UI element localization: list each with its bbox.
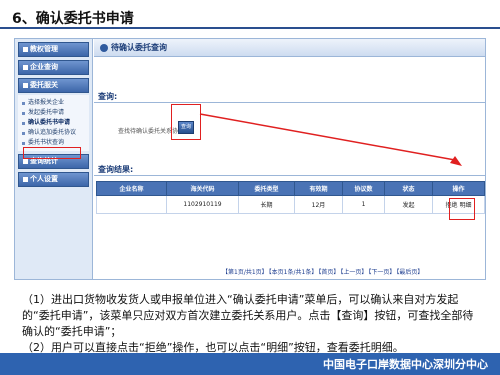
last-page-link[interactable]: 【最后页】: [396, 269, 423, 276]
first-page-link[interactable]: 【首页】: [318, 269, 339, 276]
sidebar-section-delegation[interactable]: 委托服关: [18, 78, 89, 93]
square-icon: [23, 158, 28, 164]
cell-validity: 12月: [294, 195, 343, 214]
column-header: 状态: [384, 181, 433, 196]
slide-title: 6、确认委托书申请: [12, 11, 134, 27]
column-header: 操作: [432, 181, 485, 196]
column-header: 海关代码: [166, 181, 239, 196]
sidebar-section-label: 教权管理: [30, 45, 58, 53]
page-info: 【第1页/共1页】: [222, 269, 268, 276]
sidebar-item-confirm-additional[interactable]: 确认追加委托协议: [22, 128, 89, 138]
sidebar-section-label: 企业查询: [30, 63, 58, 71]
description-paragraph: （1）进出口货物收发货人或申报单位进入“确认委托申请”菜单后，可以确认来自对方发…: [22, 293, 474, 338]
cell-customs-code: 1102910119: [166, 195, 239, 214]
highlight-box-actions: [449, 198, 475, 220]
query-section-label: 查询:: [98, 92, 118, 101]
column-header: 协议数: [342, 181, 385, 196]
highlight-box-query: [171, 104, 201, 140]
square-icon: [23, 82, 28, 88]
table-header-row: 企业名称 海关代码 委托类型 有效期 协议数 状态 操作: [96, 181, 485, 196]
square-icon: [23, 176, 28, 182]
column-header: 委托类型: [238, 181, 295, 196]
footer-bar: 中国电子口岸数据中心深圳分中心: [0, 353, 500, 375]
sidebar-section-company[interactable]: 企业查询: [18, 60, 89, 75]
column-header: 企业名称: [96, 181, 167, 196]
query-divider: [94, 102, 485, 103]
sidebar-section-label: 个人设置: [30, 175, 58, 183]
sidebar-section-auth[interactable]: 教权管理: [18, 42, 89, 57]
app-screenshot: 教权管理 企业查询 委托服关 选择报关企业 发起委托申请 确认委托书申请 确认追…: [14, 38, 486, 280]
highlight-box-sidebar: [23, 147, 81, 159]
sidebar-item-initiate-request[interactable]: 发起委托申请: [22, 108, 89, 118]
table-row[interactable]: 1102910119 长期 12月 1 发起 拒绝 明细: [96, 195, 485, 214]
footer-org-name: 中国电子口岸数据中心深圳分中心: [323, 358, 488, 371]
prev-page-link[interactable]: 【上一页】: [340, 269, 367, 276]
square-icon: [23, 46, 28, 52]
panel-title: 待确认委托查询: [111, 43, 167, 52]
bullet-icon: [100, 43, 108, 52]
sidebar-section-label: 委托服关: [30, 81, 58, 89]
panel-header: 待确认委托查询: [94, 39, 485, 57]
results-table: 企业名称 海关代码 委托类型 有效期 协议数 状态 操作 1102910119 …: [96, 181, 485, 214]
sidebar-section-settings[interactable]: 个人设置: [18, 172, 89, 187]
results-divider: [94, 175, 485, 176]
next-page-link[interactable]: 【下一页】: [368, 269, 395, 276]
cell-company-name: [96, 195, 167, 214]
sidebar-item-select-broker[interactable]: 选择报关企业: [22, 98, 89, 108]
sidebar-item-confirm-request[interactable]: 确认委托书申请: [22, 118, 89, 128]
square-icon: [23, 64, 28, 70]
pagination: 【第1页/共1页】【本页1条/共1条】【首页】【上一页】【下一页】【最后页】: [222, 267, 424, 276]
title-divider: [0, 27, 500, 29]
column-header: 有效期: [294, 181, 343, 196]
sidebar-submenu: 选择报关企业 发起委托申请 确认委托书申请 确认追加委托协议 委托书状查询: [18, 95, 89, 151]
main-panel: 待确认委托查询 查询: 查找待确认委托关系协议 查询 查询结果: 企业名称 海关…: [94, 39, 485, 279]
cell-delegation-type: 长期: [238, 195, 295, 214]
record-info: 【本页1条/共1条】: [268, 269, 318, 276]
description-text: （1）进出口货物收发货人或申报单位进入“确认委托申请”菜单后，可以确认来自对方发…: [22, 292, 484, 356]
cell-status: 发起: [384, 195, 433, 214]
sidebar: 教权管理 企业查询 委托服关 选择报关企业 发起委托申请 确认委托书申请 确认追…: [15, 39, 93, 279]
results-section-label: 查询结果:: [98, 165, 134, 174]
cell-agreement-count: 1: [342, 195, 385, 214]
